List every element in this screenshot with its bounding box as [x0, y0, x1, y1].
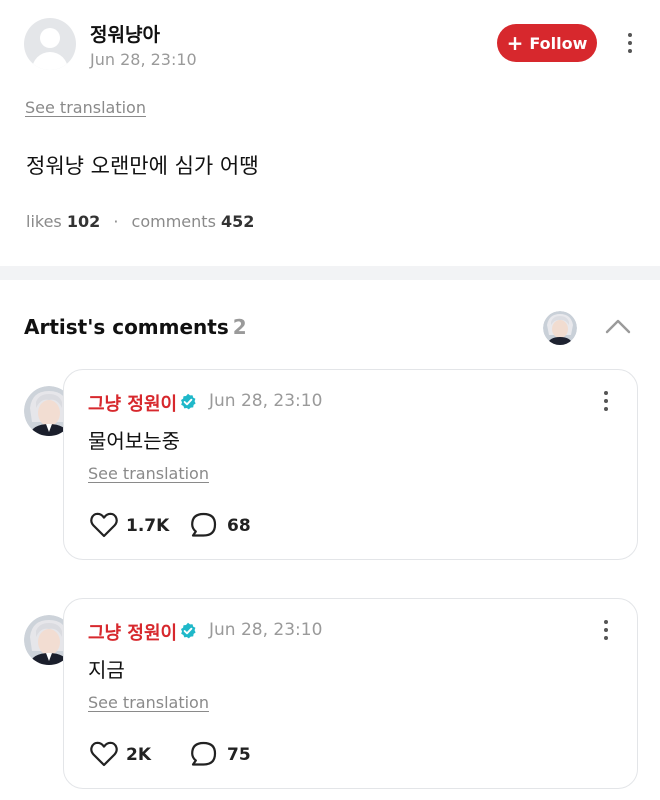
see-translation-link[interactable]: See translation — [88, 693, 209, 712]
author-name[interactable]: 정워냥아 — [90, 20, 160, 47]
chevron-up-icon[interactable] — [604, 316, 632, 336]
post-stats: likes 102 · comments 452 — [26, 212, 254, 231]
comment-time: Jun 28, 23:10 — [209, 391, 323, 411]
post-header: 정워냥아 Jun 28, 23:10 + Follow — [24, 16, 644, 72]
likes-count: 102 — [66, 212, 101, 231]
comment-text: 물어보는중 — [88, 429, 180, 453]
see-translation-link[interactable]: See translation — [25, 98, 146, 117]
user-placeholder-icon[interactable] — [24, 18, 76, 70]
artist-comments-count: 2 — [232, 315, 247, 339]
heart-icon[interactable] — [89, 740, 119, 768]
verified-badge-icon — [181, 622, 196, 639]
artist-comments-title: Artist's comments 2 — [24, 315, 247, 339]
like-count: 2K — [126, 745, 152, 765]
reply-count: 68 — [227, 516, 251, 536]
comment-text: 지금 — [88, 658, 125, 682]
comments-label[interactable]: comments — [132, 212, 216, 231]
like-count: 1.7K — [126, 516, 170, 536]
commenter-name[interactable]: 그냥 정원이 — [88, 619, 177, 645]
more-vertical-icon[interactable] — [620, 30, 640, 56]
comment-time: Jun 28, 23:10 — [209, 620, 323, 640]
section-divider — [0, 266, 660, 280]
artist-comment-card: 그냥 정원이 Jun 28, 23:10 물어보는중 See translati… — [63, 369, 638, 560]
heart-icon[interactable] — [89, 511, 119, 539]
comment-bubble-icon[interactable] — [190, 740, 220, 768]
commenter-name[interactable]: 그냥 정원이 — [88, 390, 177, 416]
more-vertical-icon[interactable] — [596, 617, 616, 643]
more-vertical-icon[interactable] — [596, 388, 616, 414]
likes-label: likes — [26, 212, 62, 231]
see-translation-link[interactable]: See translation — [88, 464, 209, 483]
comments-count[interactable]: 452 — [221, 212, 254, 231]
artist-avatar-small[interactable] — [543, 311, 577, 345]
comment-bubble-icon[interactable] — [190, 511, 220, 539]
follow-label: Follow — [529, 33, 588, 53]
artist-comment-card: 그냥 정원이 Jun 28, 23:10 지금 See translation … — [63, 598, 638, 789]
stats-separator: · — [113, 212, 119, 231]
reply-count: 75 — [227, 745, 251, 765]
post-time: Jun 28, 23:10 — [90, 50, 197, 69]
plus-icon: + — [506, 31, 524, 55]
verified-badge-icon — [181, 393, 196, 410]
post-body: 정워냥 오랜만에 심가 어땡 — [26, 154, 259, 178]
follow-button[interactable]: + Follow — [497, 24, 597, 62]
